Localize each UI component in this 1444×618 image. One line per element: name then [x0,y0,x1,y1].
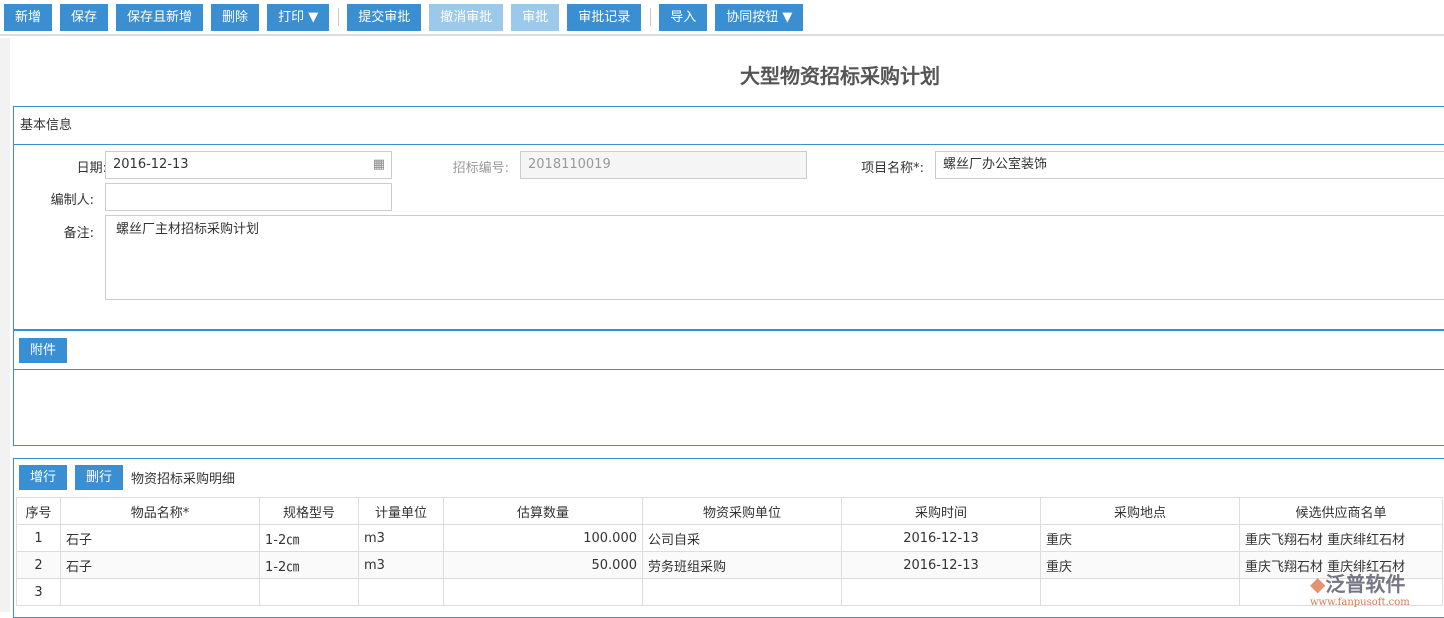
page-title: 大型物资招标采购计划 [640,60,1040,89]
cell[interactable] [359,579,444,606]
cell[interactable]: 重庆飞翔石材 重庆绯红石材 [1240,525,1443,552]
col-header[interactable]: 物资采购单位 [643,498,842,525]
cell: 1 [17,525,61,552]
approve-button: 审批 [511,4,559,31]
date-field[interactable]: 2016-12-13 ▦ [105,151,392,179]
print-button[interactable]: 打印 ▼ [267,4,329,31]
note-label: 备注: [14,222,94,241]
cell[interactable]: 100.000 [444,525,643,552]
revoke-approval-button: 撤消审批 [429,4,503,31]
cell[interactable]: 公司自采 [643,525,842,552]
separator [650,8,651,26]
cell[interactable] [643,579,842,606]
cell[interactable]: 1-2㎝ [260,525,359,552]
cell: 3 [17,579,61,606]
project-label: 项目名称*: [844,157,924,176]
delete-row-button[interactable]: 删行 [75,465,123,490]
attachment-panel: 附件 [13,330,1444,446]
author-label: 编制人: [14,189,94,208]
col-header[interactable]: 规格型号 [260,498,359,525]
date-label: 日期: [27,157,107,176]
col-header[interactable]: 计量单位 [359,498,444,525]
delete-button[interactable]: 删除 [211,4,259,31]
cell[interactable]: 石子 [61,525,260,552]
cell[interactable] [61,579,260,606]
cell[interactable] [1041,579,1240,606]
cell[interactable]: 重庆 [1041,552,1240,579]
collab-button[interactable]: 协同按钮 ▼ [715,4,803,31]
col-header[interactable]: 采购时间 [842,498,1041,525]
detail-panel: 增行 删行 物资招标采购明细 序号物品名称*规格型号计量单位估算数量物资采购单位… [13,458,1444,618]
code-label: 招标编号: [429,157,509,176]
cell[interactable]: m3 [359,552,444,579]
col-header[interactable]: 候选供应商名单 [1240,498,1443,525]
submit-approval-button[interactable]: 提交审批 [347,4,421,31]
col-header[interactable]: 估算数量 [444,498,643,525]
cell[interactable] [260,579,359,606]
import-button[interactable]: 导入 [659,4,707,31]
col-header[interactable]: 物品名称* [61,498,260,525]
new-button[interactable]: 新增 [4,4,52,31]
project-field[interactable]: 螺丝厂办公室装饰 [935,151,1444,179]
code-field: 2018110019 [520,151,807,179]
cell[interactable]: 重庆 [1041,525,1240,552]
note-field[interactable]: 螺丝厂主材招标采购计划 [105,215,1444,300]
add-row-button[interactable]: 增行 [19,465,67,490]
author-field[interactable] [105,183,392,211]
col-header[interactable]: 采购地点 [1041,498,1240,525]
table-row[interactable]: 1石子1-2㎝m3100.000公司自采2016-12-13重庆重庆飞翔石材 重… [17,525,1443,552]
cell[interactable]: m3 [359,525,444,552]
cell: 2 [17,552,61,579]
toolbar: 新增 保存 保存且新增 删除 打印 ▼ 提交审批 撤消审批 审批 审批记录 导入… [0,0,1444,36]
separator [338,8,339,26]
logo-url: www.fanpusoft.com [1310,597,1410,608]
cell[interactable]: 劳务班组采购 [643,552,842,579]
watermark-logo: ◆泛普软件 www.fanpusoft.com [1310,568,1410,608]
col-header[interactable]: 序号 [17,498,61,525]
date-value: 2016-12-13 [113,157,189,172]
approval-log-button[interactable]: 审批记录 [567,4,641,31]
calendar-icon[interactable]: ▦ [373,152,385,178]
save-and-new-button[interactable]: 保存且新增 [116,4,203,31]
attachment-button[interactable]: 附件 [19,338,67,363]
detail-table: 序号物品名称*规格型号计量单位估算数量物资采购单位采购时间采购地点候选供应商名单… [16,497,1443,606]
cell[interactable]: 1-2㎝ [260,552,359,579]
logo-text: 泛普软件 [1325,572,1405,596]
cell[interactable] [444,579,643,606]
basic-info-panel: 基本信息 日期: 2016-12-13 ▦ 招标编号: 2018110019 项目… [13,106,1444,330]
cell[interactable]: 石子 [61,552,260,579]
cell[interactable]: 50.000 [444,552,643,579]
cell[interactable] [842,579,1041,606]
logo-icon: ◆ [1310,572,1325,596]
cell[interactable]: 2016-12-13 [842,552,1041,579]
table-row[interactable]: 3 [17,579,1443,606]
detail-title: 物资招标采购明细 [131,468,235,487]
table-row[interactable]: 2石子1-2㎝m350.000劳务班组采购2016-12-13重庆重庆飞翔石材 … [17,552,1443,579]
table-header: 序号物品名称*规格型号计量单位估算数量物资采购单位采购时间采购地点候选供应商名单 [17,498,1443,525]
left-strip [0,38,10,612]
save-button[interactable]: 保存 [60,4,108,31]
section-title: 基本信息 [14,107,1444,145]
cell[interactable]: 2016-12-13 [842,525,1041,552]
